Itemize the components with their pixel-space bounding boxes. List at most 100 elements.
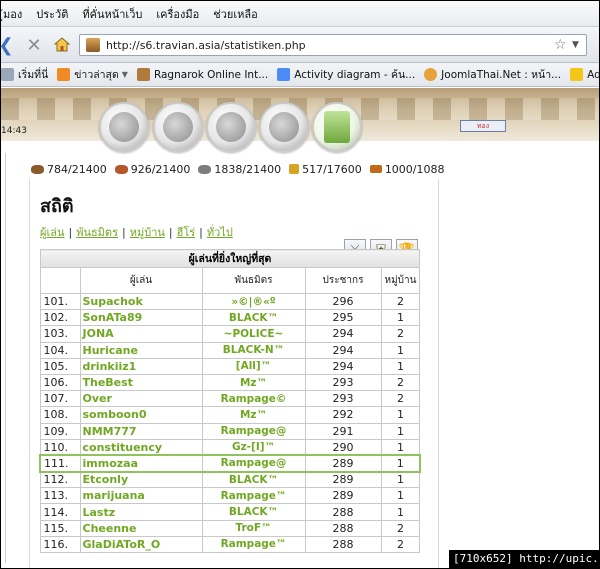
alliance-link[interactable]: BLACK™	[201, 503, 306, 521]
player-link[interactable]: Supachok	[79, 292, 203, 311]
joomla-icon	[424, 68, 438, 81]
bookmark-star-icon[interactable]: ☆	[554, 37, 572, 53]
tab-players[interactable]: ผู้เล่น	[40, 226, 64, 239]
population-cell: 294	[304, 325, 382, 343]
table-row: 111. immozaa Rampage@ 289 1	[39, 454, 421, 473]
rank-cell: 112.	[39, 471, 81, 489]
left-divider	[5, 153, 6, 563]
rank-cell: 109.	[39, 422, 81, 440]
villages-cell: 2	[380, 535, 421, 554]
bookmark-item[interactable]: Adsense อยากได้ความ...	[570, 66, 599, 83]
tab-heroes[interactable]: ฮีโร่	[177, 226, 196, 239]
alliance-link[interactable]: ~POLICE~	[201, 325, 306, 343]
bookmark-item[interactable]: Activity diagram - ค้น...	[277, 66, 415, 83]
villages-cell: 1	[380, 357, 421, 375]
player-link[interactable]: Lastz	[79, 503, 203, 521]
clay-icon	[114, 164, 128, 174]
alliance-link[interactable]: Rampage™	[201, 487, 306, 505]
menu-bookmarks[interactable]: ที่คั่นหน้าเว็บ	[82, 5, 142, 23]
column-header-alliance: พันธมิตร	[201, 267, 306, 294]
player-link[interactable]: JONA	[79, 325, 203, 343]
menu-bar: ู้มอง ประวัติ ที่คั่นหน้าเว็บ เครื่องมือ…	[1, 1, 599, 27]
player-link[interactable]: marijuana	[79, 487, 203, 505]
rank-cell: 116.	[39, 535, 81, 554]
alliance-link[interactable]: Gz-[I]™	[201, 438, 306, 456]
player-link[interactable]: NMM777	[79, 422, 203, 440]
menu-history[interactable]: ประวัติ	[36, 5, 68, 23]
player-link[interactable]: somboon0	[79, 406, 203, 424]
tab-villages[interactable]: หมู่บ้าน	[130, 226, 165, 239]
resource-clay: 926/21400	[114, 163, 190, 176]
alliance-link[interactable]: Rampage©	[201, 390, 306, 408]
alliance-link[interactable]: BLACK™	[201, 309, 306, 327]
alliance-link[interactable]: TroF™	[201, 519, 306, 537]
table-row: 107. Over Rampage© 293 2	[39, 390, 421, 408]
population-cell: 290	[304, 438, 382, 456]
player-link[interactable]: constituency	[79, 438, 203, 456]
rank-cell: 114.	[39, 503, 81, 521]
player-link[interactable]: drinkiiz1	[79, 357, 203, 375]
bookmark-item[interactable]: JoomlaThai.Net : หน้า...	[424, 66, 561, 83]
menu-help[interactable]: ช่วยเหลือ	[213, 5, 257, 23]
url-dropdown-icon[interactable]: ▼	[572, 40, 586, 50]
alliance-link[interactable]: BLACK-N™	[201, 341, 306, 359]
alliance-link[interactable]: Rampage™	[201, 535, 306, 554]
site-favicon-icon	[86, 38, 100, 52]
bookmark-item[interactable]: เริ่มที่นี่	[1, 66, 48, 83]
rank-cell: 113.	[39, 487, 81, 505]
player-link[interactable]: Cheenne	[79, 519, 203, 537]
alliance-link[interactable]: BLACK™	[201, 471, 306, 489]
villages-cell: 1	[380, 309, 421, 327]
resource-bar: 784/21400 926/21400 1838/21400 517/17600…	[31, 161, 453, 177]
bookmark-item[interactable]: Ragnarok Online Int...	[136, 68, 268, 81]
population-cell: 295	[304, 309, 382, 327]
player-link[interactable]: SonATa89	[79, 309, 203, 327]
page-title: สถิติ	[40, 196, 74, 217]
villages-cell: 2	[380, 292, 421, 311]
wood-icon	[31, 164, 44, 174]
home-icon[interactable]	[51, 34, 73, 56]
table-row: 113. marijuana Rampage™ 289 1	[39, 487, 421, 505]
gold-button[interactable]: ทอง	[460, 120, 506, 132]
alliance-link[interactable]: Mz™	[201, 406, 306, 424]
villages-cell: 2	[380, 519, 421, 537]
tab-alliances[interactable]: พันธมิตร	[76, 226, 118, 239]
address-bar[interactable]: http://s6.travian.asia/statistiken.php ☆…	[79, 34, 587, 56]
population-cell: 288	[304, 519, 382, 537]
table-row: 103. JONA ~POLICE~ 294 2	[39, 325, 421, 343]
page-icon	[1, 68, 14, 81]
crop-consumption-icon	[369, 165, 382, 173]
rank-cell: 108.	[39, 406, 81, 424]
alliance-link[interactable]: »©|®«º	[201, 292, 306, 311]
menu-view[interactable]: ู้มอง	[3, 5, 22, 23]
bookmark-item[interactable]: ข่าวล่าสุด ▼	[57, 66, 128, 83]
population-cell: 294	[304, 341, 382, 359]
table-row: 105. drinkiiz1 [All]™ 294 1	[39, 357, 421, 375]
player-link[interactable]: immozaa	[79, 454, 203, 473]
alliance-link[interactable]: Rampage@	[201, 422, 306, 440]
villages-cell: 2	[380, 325, 421, 343]
table-row: 106. TheBest Mz™ 293 2	[39, 373, 421, 392]
tab-general[interactable]: ทั่วไป	[207, 226, 233, 239]
resource-iron: 1838/21400	[198, 163, 281, 176]
player-link[interactable]: TheBest	[79, 373, 203, 392]
player-link[interactable]: GlaDiAToR_O	[79, 535, 203, 554]
url-text[interactable]: http://s6.travian.asia/statistiken.php	[106, 39, 554, 52]
player-link[interactable]: Over	[79, 390, 203, 408]
bookmarks-toolbar: เริ่มที่นี่ ข่าวล่าสุด ▼ Ragnarok Online …	[1, 63, 599, 87]
alliance-link[interactable]: Rampage@	[201, 454, 306, 473]
stop-icon[interactable]: ✕	[23, 34, 45, 56]
menu-tools[interactable]: เครื่องมือ	[156, 5, 199, 23]
player-link[interactable]: Huricane	[79, 341, 203, 359]
statistics-tabs: ผู้เล่น | พันธมิตร | หมู่บ้าน | ฮีโร่ | ทั่วไป	[40, 226, 233, 239]
alliance-link[interactable]: Mz™	[201, 373, 306, 392]
player-link[interactable]: Etconly	[79, 471, 203, 489]
image-watermark: [710x652] http://upic.me/	[449, 550, 599, 568]
column-header-population: ประชากร	[304, 267, 382, 294]
rank-cell: 107.	[39, 390, 81, 408]
back-arrow-icon[interactable]: ❮	[1, 34, 17, 56]
rank-cell: 105.	[39, 357, 81, 375]
alliance-link[interactable]: [All]™	[201, 357, 306, 375]
population-cell: 293	[304, 373, 382, 392]
rank-cell: 110.	[39, 438, 81, 456]
